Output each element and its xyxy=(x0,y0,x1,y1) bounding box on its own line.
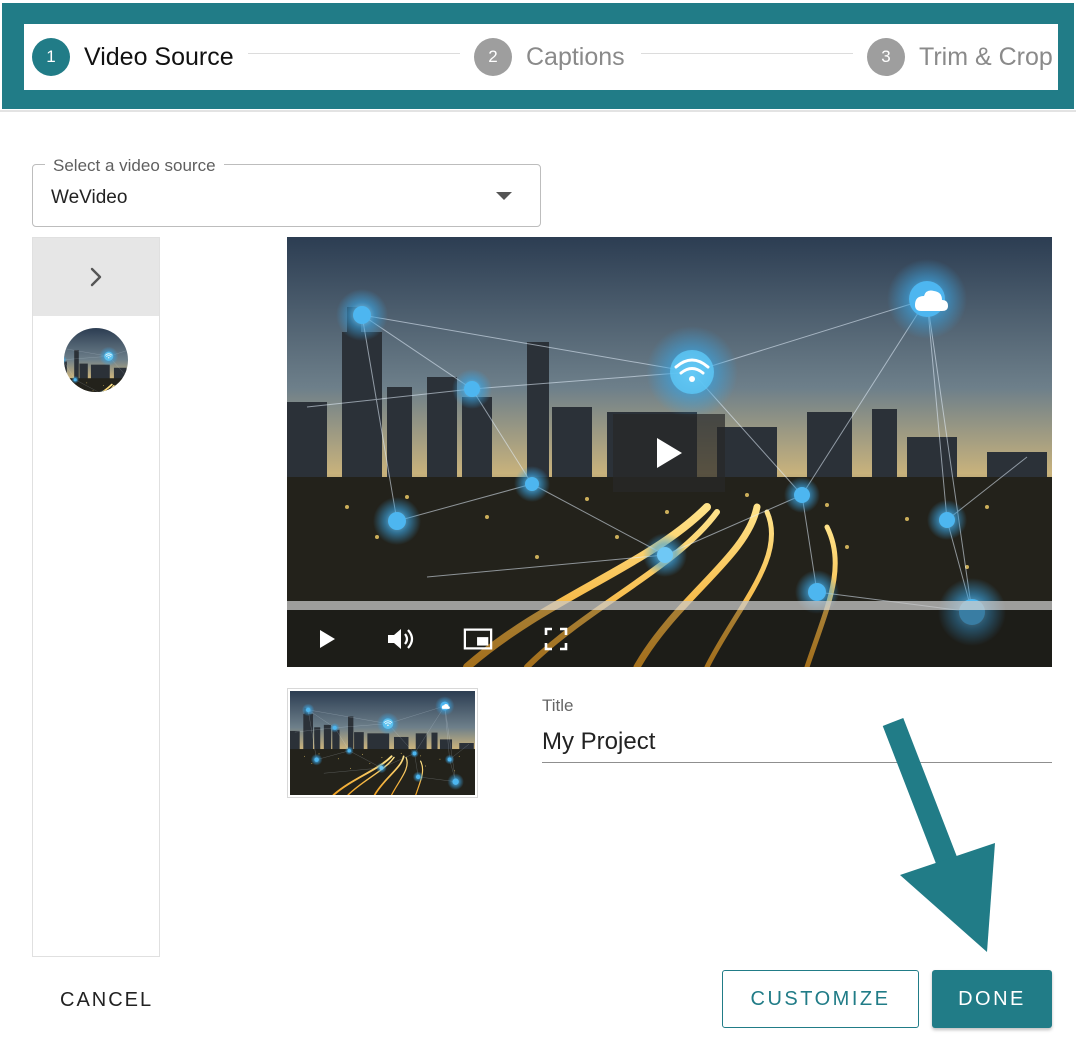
progress-bar[interactable] xyxy=(287,601,1052,610)
step-captions[interactable]: 2 Captions xyxy=(474,24,625,90)
picture-in-picture-button[interactable] xyxy=(463,624,493,654)
thumbnail-image xyxy=(290,691,475,795)
header-divider xyxy=(0,110,1076,112)
picture-in-picture-icon xyxy=(463,628,493,650)
big-play-button[interactable] xyxy=(613,414,725,492)
step-number: 3 xyxy=(867,38,905,76)
chevron-right-icon xyxy=(90,267,102,287)
play-icon xyxy=(657,438,682,468)
fullscreen-button[interactable] xyxy=(541,624,571,654)
step-video-source[interactable]: 1 Video Source xyxy=(32,24,234,90)
player-controls xyxy=(287,610,1052,667)
video-thumbnail[interactable] xyxy=(287,688,478,798)
select-label: Select a video source xyxy=(45,156,224,176)
step-connector xyxy=(248,53,460,54)
stepper-header: 1 Video Source 2 Captions 3 Trim & Crop xyxy=(0,0,1076,112)
step-connector xyxy=(641,53,853,54)
arrow-annotation-icon xyxy=(882,718,995,952)
step-number: 2 xyxy=(474,38,512,76)
volume-button[interactable] xyxy=(386,624,416,654)
video-source-select[interactable]: Select a video source WeVideo xyxy=(32,156,541,227)
stepper: 1 Video Source 2 Captions 3 Trim & Crop xyxy=(24,24,1058,90)
expand-panel-button[interactable] xyxy=(33,238,159,316)
title-label: Title xyxy=(542,696,574,715)
step-label: Captions xyxy=(526,42,625,71)
video-player[interactable] xyxy=(287,237,1052,667)
step-number: 1 xyxy=(32,38,70,76)
done-button[interactable]: DONE xyxy=(932,970,1052,1028)
step-trim-crop[interactable]: 3 Trim & Crop xyxy=(867,24,1053,90)
media-thumbnail-circle[interactable] xyxy=(64,328,128,392)
dropdown-arrow-icon xyxy=(496,192,512,200)
step-label: Video Source xyxy=(84,42,234,71)
volume-icon xyxy=(388,629,414,649)
fullscreen-icon xyxy=(544,627,568,651)
play-icon xyxy=(320,630,335,648)
step-label: Trim & Crop xyxy=(919,42,1053,71)
customize-button[interactable]: CUSTOMIZE xyxy=(722,970,919,1028)
media-side-panel xyxy=(32,237,160,957)
play-control-button[interactable] xyxy=(312,624,342,654)
cancel-button[interactable]: CANCEL xyxy=(44,978,170,1022)
select-value: WeVideo xyxy=(51,187,128,208)
